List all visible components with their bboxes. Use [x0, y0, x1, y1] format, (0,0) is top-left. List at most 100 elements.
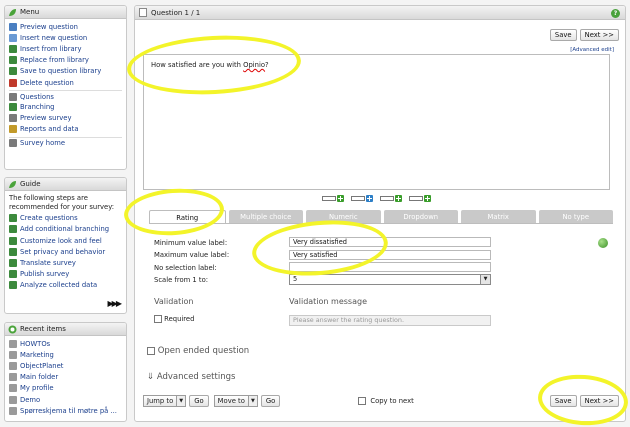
add-column-icon[interactable]	[380, 194, 404, 202]
move-to-select[interactable]: Move to ▼	[213, 395, 258, 407]
recent-item-label: Spørreskjema til møtre på ...	[20, 406, 117, 415]
save-button-bottom[interactable]: Save	[549, 395, 577, 407]
no-selection-input[interactable]	[289, 262, 491, 272]
menu-item[interactable]: Insert from library	[9, 43, 122, 54]
recent-item[interactable]: Spørreskjema til møtre på ...	[9, 405, 122, 416]
recent-title: Recent items	[20, 325, 66, 333]
menu-item-label: Preview survey	[20, 114, 72, 123]
max-value-input[interactable]: Very satisfied	[289, 250, 491, 260]
recent-list: HOWTOs Marketing ObjectPlanet Main folder My…	[5, 336, 126, 418]
tab-no-type[interactable]: No type	[538, 210, 613, 223]
guide-item-icon	[9, 225, 17, 234]
guide-list: Create questions Add conditional branchin…	[5, 213, 126, 293]
recent-item-icon	[9, 395, 17, 404]
menu-item[interactable]: Save to question library	[9, 66, 122, 77]
recent-item-icon	[9, 384, 17, 393]
guide-item[interactable]: Translate survey	[9, 257, 122, 268]
menu-item[interactable]: Preview question	[9, 21, 122, 32]
guide-item[interactable]: Add conditional branching	[9, 224, 122, 235]
menu-item-label: Save to question library	[20, 67, 102, 76]
guide-item-icon	[9, 247, 17, 256]
move-go-button[interactable]: Go	[260, 395, 281, 407]
save-button-top[interactable]: Save	[549, 29, 577, 41]
copy-to-next-row: Copy to next	[358, 397, 414, 405]
tab-matrix[interactable]: Matrix	[461, 210, 536, 223]
menu-item[interactable]: Replace from library	[9, 55, 122, 66]
menu-item[interactable]: Delete question	[9, 77, 122, 88]
menu-item-icon	[9, 56, 17, 65]
recent-item-icon	[9, 350, 17, 359]
copy-to-next-label: Copy to next	[370, 397, 414, 405]
min-value-input[interactable]: Very dissatisfied	[289, 237, 491, 247]
add-row-icon[interactable]	[409, 194, 433, 202]
double-chevron-down-icon: ⇓	[147, 372, 155, 382]
bottom-toolbar: Jump to ▼ Go Move to ▼ Go Copy to next S…	[143, 395, 619, 407]
guide-item-icon	[9, 236, 17, 245]
menu-list: Preview question Insert new question Inser…	[5, 19, 126, 150]
validation-message-input[interactable]: Please answer the rating question.	[289, 315, 491, 326]
advanced-edit-link[interactable]: [Advanced edit]	[570, 47, 614, 53]
double-right-arrow-icon[interactable]: ▶▶▶	[108, 299, 123, 308]
guide-header: Guide	[5, 178, 126, 191]
recent-item[interactable]: My profile	[9, 383, 122, 394]
recent-item[interactable]: Marketing	[9, 349, 122, 360]
copy-to-next-checkbox[interactable]	[358, 397, 367, 405]
next-button-top[interactable]: Next >>	[579, 29, 619, 41]
recent-item[interactable]: Main folder	[9, 372, 122, 383]
max-label: Maximum value label:	[154, 251, 230, 259]
jump-go-button[interactable]: Go	[189, 395, 209, 407]
menu-item[interactable]: Preview survey	[9, 113, 122, 124]
question-text-editor[interactable]: How satisfied are you with Opinio?	[143, 54, 610, 190]
recent-item[interactable]: ObjectPlanet	[9, 360, 122, 371]
tab-multiple-choice[interactable]: Multiple choice	[228, 210, 303, 223]
guide-item[interactable]: Set privacy and behavior	[9, 246, 122, 257]
guide-item[interactable]: Create questions	[9, 213, 122, 224]
menu-item-icon	[9, 67, 17, 76]
recent-item[interactable]: HOWTOs	[9, 338, 122, 349]
tab-numeric[interactable]: Numeric	[306, 210, 381, 223]
guide-item[interactable]: Analyze collected data	[9, 280, 122, 291]
recent-item-icon	[9, 361, 17, 370]
menu-item-label: Insert from library	[20, 44, 82, 53]
min-label: Minimum value label:	[154, 239, 228, 247]
menu-item[interactable]: Branching	[9, 101, 122, 112]
menu-item[interactable]: Insert new question	[9, 32, 122, 43]
recent-item-label: Marketing	[20, 350, 54, 359]
menu-item-label: Delete question	[20, 78, 74, 87]
recent-item-icon	[9, 406, 17, 415]
recent-item-label: Demo	[20, 395, 41, 404]
question-text-brand: Opinio	[243, 61, 266, 69]
advanced-settings-toggle[interactable]: ⇓ Advanced settings	[147, 372, 235, 382]
open-ended-checkbox[interactable]	[147, 346, 155, 355]
jump-to-select[interactable]: Jump to ▼	[143, 395, 187, 407]
open-ended-label: Open ended question	[157, 346, 250, 356]
guide-panel: Guide The following steps are recommende…	[4, 177, 127, 314]
no-selection-label: No selection label:	[154, 264, 217, 272]
scale-select[interactable]: 5 ▼	[289, 274, 491, 285]
recent-item-label: ObjectPlanet	[20, 361, 64, 370]
add-option-plus-icon[interactable]	[598, 238, 608, 248]
guide-item[interactable]: Publish survey	[9, 269, 122, 280]
recent-item[interactable]: Demo	[9, 394, 122, 405]
recent-item-icon	[9, 373, 17, 382]
menu-item[interactable]: Reports and data	[9, 124, 122, 135]
required-checkbox[interactable]	[154, 315, 162, 323]
menu-item[interactable]: Survey home	[9, 136, 122, 148]
add-line-icon[interactable]	[322, 194, 346, 202]
chevron-down-icon: ▼	[247, 396, 257, 406]
menu-item-label: Survey home	[20, 139, 66, 148]
recent-panel: Recent items HOWTOs Marketing ObjectPlanet…	[4, 322, 127, 422]
menu-item-label: Preview question	[20, 22, 78, 31]
guide-item[interactable]: Customize look and feel	[9, 235, 122, 246]
tab-rating[interactable]: Rating	[149, 210, 226, 224]
question-text-prefix: How satisfied are you with	[151, 61, 244, 69]
menu-item-label: Insert new question	[20, 33, 88, 42]
guide-item-icon	[9, 270, 17, 279]
menu-item[interactable]: Questions	[9, 90, 122, 101]
next-button-bottom[interactable]: Next >>	[579, 395, 619, 407]
add-checked-line-icon[interactable]	[351, 194, 375, 202]
question-doc-icon	[139, 8, 147, 17]
help-icon[interactable]: ?	[611, 9, 620, 18]
tab-dropdown[interactable]: Dropdown	[383, 210, 458, 223]
recent-item-label: Main folder	[20, 373, 59, 382]
